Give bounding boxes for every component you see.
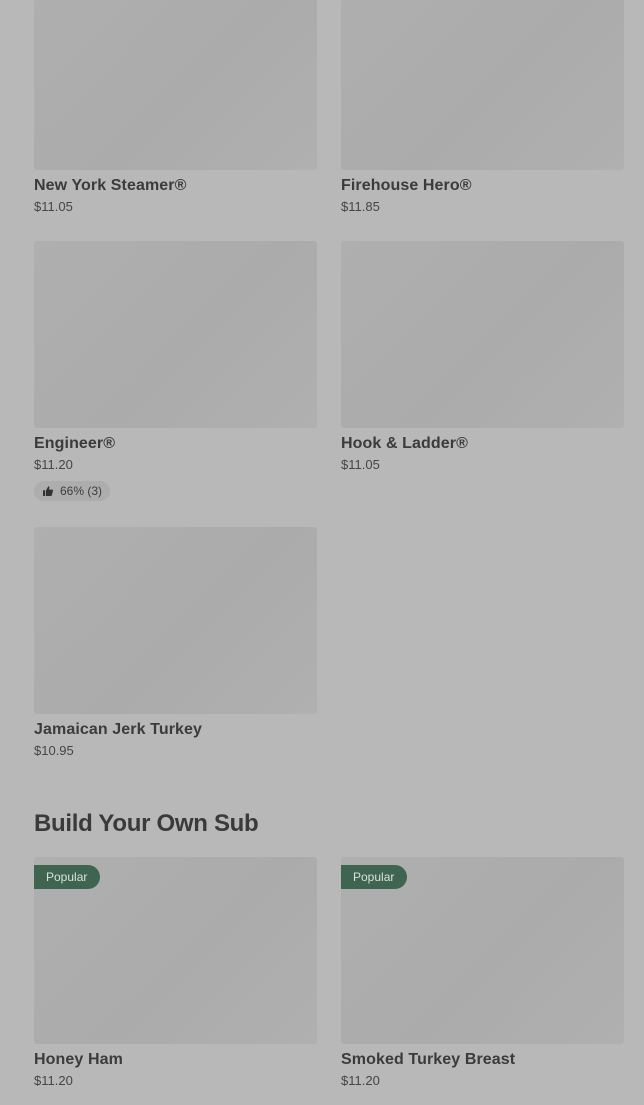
popular-badge: Popular <box>341 865 408 889</box>
item-image[interactable] <box>34 0 317 170</box>
menu-item-smoked-turkey-breast[interactable]: Popular Smoked Turkey Breast $11.20 <box>341 857 624 1089</box>
popular-badge: Popular <box>34 865 101 889</box>
rating-text: 66% (3) <box>60 484 103 498</box>
item-image[interactable] <box>34 241 317 428</box>
thumbs-up-icon <box>43 486 54 496</box>
item-price: $11.05 <box>341 457 380 472</box>
rating-badge: 66% (3) <box>34 481 111 501</box>
item-image[interactable] <box>34 527 317 714</box>
menu-item-engineer[interactable]: Engineer® $11.20 66% (3) <box>34 241 317 502</box>
item-name: Firehouse Hero® <box>341 177 472 194</box>
section-title: Build Your Own Sub <box>34 810 259 837</box>
menu-item-honey-ham[interactable]: Popular Honey Ham $11.20 <box>34 857 317 1089</box>
item-price: $11.20 <box>34 1073 73 1088</box>
menu-item-hook-and-ladder[interactable]: Hook & Ladder® $11.05 <box>341 241 624 473</box>
item-image[interactable] <box>341 241 624 428</box>
item-name: Jamaican Jerk Turkey <box>34 721 203 738</box>
item-price: $11.20 <box>34 457 73 472</box>
item-price: $11.20 <box>341 1073 380 1088</box>
item-price: $10.95 <box>34 743 74 758</box>
item-name: Hook & Ladder® <box>341 435 468 452</box>
item-image[interactable] <box>341 0 624 170</box>
item-name: Honey Ham <box>34 1051 123 1068</box>
item-name: Smoked Turkey Breast <box>341 1051 516 1068</box>
menu-item-firehouse-hero[interactable]: Firehouse Hero® $11.85 <box>341 0 624 215</box>
item-price: $11.05 <box>34 199 73 214</box>
menu-item-new-york-steamer[interactable]: New York Steamer® $11.05 <box>34 0 317 215</box>
item-image[interactable]: Popular <box>341 857 624 1044</box>
menu-item-jamaican-jerk-turkey[interactable]: Jamaican Jerk Turkey $10.95 <box>34 527 317 759</box>
item-price: $11.85 <box>341 199 380 214</box>
item-name: New York Steamer® <box>34 177 187 194</box>
item-image[interactable]: Popular <box>34 857 317 1044</box>
item-name: Engineer® <box>34 435 116 452</box>
